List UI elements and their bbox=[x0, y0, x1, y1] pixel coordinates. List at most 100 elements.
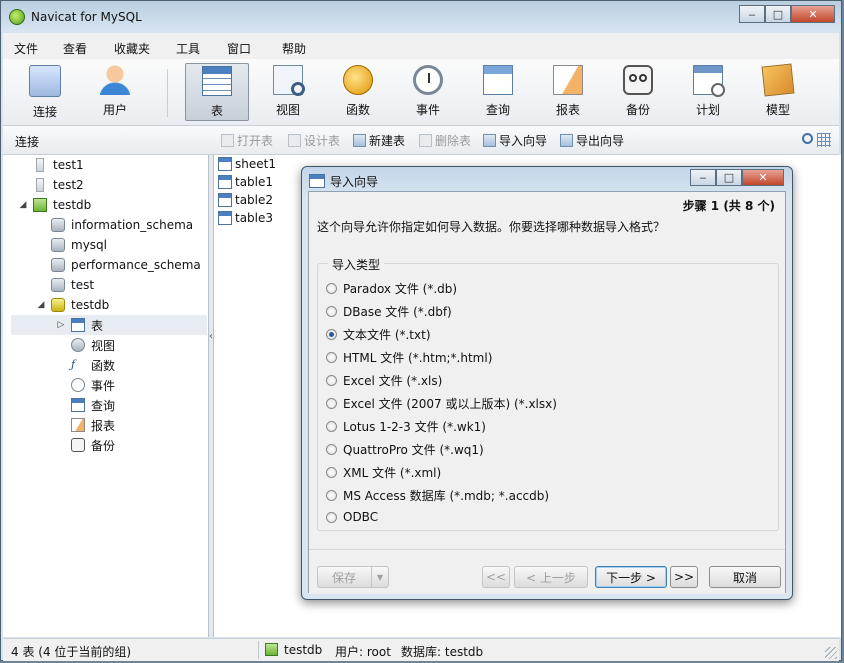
tree-item-mysql[interactable]: mysql bbox=[51, 235, 107, 255]
tree-item-testdb-database[interactable]: ◢ testdb bbox=[37, 295, 109, 315]
toolbar-user-button[interactable]: 用户 bbox=[83, 63, 147, 121]
tree-item-events[interactable]: 事件 bbox=[71, 375, 115, 395]
menu-favorites[interactable]: 收藏夹 bbox=[114, 40, 150, 57]
tree-item-tables[interactable]: ▷ 表 bbox=[11, 315, 207, 335]
server-open-icon bbox=[33, 198, 47, 212]
toolbar-model-button[interactable]: 模型 bbox=[746, 63, 810, 121]
cancel-button[interactable]: 取消 bbox=[709, 566, 781, 588]
dialog-minimize-button[interactable]: ‒ bbox=[690, 169, 716, 186]
dialog-close-button[interactable]: ✕ bbox=[742, 169, 784, 186]
database-icon bbox=[51, 238, 65, 252]
tree-item-label: 函数 bbox=[91, 358, 116, 373]
radio-button-checked[interactable] bbox=[326, 329, 337, 340]
search-icon[interactable] bbox=[802, 133, 813, 144]
option-label: ODBC bbox=[343, 510, 379, 524]
table-item-sheet1[interactable]: sheet1 bbox=[218, 155, 276, 173]
tree-item-reports[interactable]: 报表 bbox=[71, 415, 115, 435]
tree-item-performance-schema[interactable]: performance_schema bbox=[51, 255, 201, 275]
new-table-label: 新建表 bbox=[369, 134, 406, 148]
menu-file[interactable]: 文件 bbox=[14, 40, 38, 57]
toolbar-label: 用户 bbox=[102, 103, 127, 117]
tree-item-testdb-connection[interactable]: ◢ testdb bbox=[19, 195, 91, 215]
grid-view-icon[interactable] bbox=[817, 133, 831, 147]
resize-grip-icon[interactable] bbox=[825, 647, 837, 659]
option-ms-access[interactable]: MS Access 数据库 (*.mdb; *.accdb) bbox=[326, 487, 549, 504]
option-label: 文本文件 (*.txt) bbox=[343, 328, 431, 342]
option-label: XML 文件 (*.xml) bbox=[343, 466, 442, 480]
menu-help[interactable]: 帮助 bbox=[282, 40, 306, 57]
close-button[interactable]: ✕ bbox=[791, 5, 835, 23]
radio-button[interactable] bbox=[326, 490, 337, 501]
menu-window[interactable]: 窗口 bbox=[227, 40, 251, 57]
radio-button[interactable] bbox=[326, 421, 337, 432]
option-excel-xlsx[interactable]: Excel 文件 (2007 或以上版本) (*.xlsx) bbox=[326, 395, 557, 412]
option-dbase[interactable]: DBase 文件 (*.dbf) bbox=[326, 303, 452, 320]
tree-item-test[interactable]: test bbox=[51, 275, 94, 295]
event-icon bbox=[413, 65, 443, 95]
toolbar-table-button[interactable]: 表 bbox=[185, 63, 249, 121]
menu-tools[interactable]: 工具 bbox=[176, 40, 200, 57]
new-table-button[interactable]: 新建表 bbox=[353, 132, 405, 149]
maximize-button[interactable]: □ bbox=[765, 5, 791, 23]
radio-button[interactable] bbox=[326, 306, 337, 317]
option-xml[interactable]: XML 文件 (*.xml) bbox=[326, 464, 441, 481]
table-item-table3[interactable]: table3 bbox=[218, 209, 273, 227]
option-excel-xls[interactable]: Excel 文件 (*.xls) bbox=[326, 372, 442, 389]
minimize-button[interactable]: ‒ bbox=[739, 5, 765, 23]
delete-table-button[interactable]: 删除表 bbox=[419, 132, 471, 149]
option-text[interactable]: 文本文件 (*.txt) bbox=[326, 326, 431, 343]
radio-button[interactable] bbox=[326, 398, 337, 409]
chevron-down-icon[interactable]: ▼ bbox=[371, 567, 388, 587]
toolbar-view-button[interactable]: 视图 bbox=[256, 63, 320, 121]
tree-item-views[interactable]: 视图 bbox=[71, 335, 115, 355]
tree-item-test2[interactable]: test2 bbox=[33, 175, 84, 195]
option-html[interactable]: HTML 文件 (*.htm;*.html) bbox=[326, 349, 492, 366]
next-button[interactable]: 下一步 > bbox=[595, 566, 667, 588]
tree-item-information-schema[interactable]: information_schema bbox=[51, 215, 193, 235]
design-table-button[interactable]: 设计表 bbox=[288, 132, 340, 149]
import-wizard-button[interactable]: 导入向导 bbox=[483, 132, 547, 149]
last-step-button[interactable]: >> bbox=[670, 566, 698, 588]
toolbar-connection-button[interactable]: 连接 bbox=[13, 63, 77, 121]
radio-button[interactable] bbox=[326, 375, 337, 386]
import-wizard-icon bbox=[483, 134, 496, 147]
export-wizard-button[interactable]: 导出向导 bbox=[560, 132, 624, 149]
expand-icon[interactable]: ▷ bbox=[57, 320, 65, 330]
radio-button[interactable] bbox=[326, 467, 337, 478]
radio-button[interactable] bbox=[326, 283, 337, 294]
delete-table-label: 删除表 bbox=[435, 134, 472, 148]
option-paradox[interactable]: Paradox 文件 (*.db) bbox=[326, 280, 457, 297]
tree-item-test1[interactable]: test1 bbox=[33, 155, 84, 175]
option-lotus[interactable]: Lotus 1-2-3 文件 (*.wk1) bbox=[326, 418, 486, 435]
toolbar-schedule-button[interactable]: 计划 bbox=[676, 63, 740, 121]
collapse-icon[interactable]: ◢ bbox=[19, 200, 27, 210]
collapse-icon[interactable]: ◢ bbox=[37, 300, 45, 310]
backup-icon bbox=[71, 438, 85, 452]
option-label: MS Access 数据库 (*.mdb; *.accdb) bbox=[343, 489, 550, 503]
option-label: Excel 文件 (2007 或以上版本) (*.xlsx) bbox=[343, 397, 557, 411]
option-quattropro[interactable]: QuattroPro 文件 (*.wq1) bbox=[326, 441, 484, 458]
tree-item-functions[interactable]: ƒ 函数 bbox=[71, 355, 115, 375]
table-item-table2[interactable]: table2 bbox=[218, 191, 273, 209]
toolbar-query-button[interactable]: 查询 bbox=[466, 63, 530, 121]
toolbar-event-button[interactable]: 事件 bbox=[396, 63, 460, 121]
function-icon bbox=[343, 65, 373, 95]
dialog-maximize-button[interactable]: □ bbox=[716, 169, 742, 186]
back-button[interactable]: < 上一步 bbox=[514, 566, 588, 588]
radio-button[interactable] bbox=[326, 444, 337, 455]
tree-item-queries[interactable]: 查询 bbox=[71, 395, 115, 415]
save-button[interactable]: 保存 ▼ bbox=[317, 566, 389, 588]
table-item-table1[interactable]: table1 bbox=[218, 173, 273, 191]
open-table-button[interactable]: 打开表 bbox=[221, 132, 273, 149]
toolbar-backup-button[interactable]: 备份 bbox=[606, 63, 670, 121]
menu-view[interactable]: 查看 bbox=[63, 40, 87, 57]
radio-button[interactable] bbox=[326, 511, 337, 523]
toolbar-separator bbox=[167, 69, 168, 117]
option-odbc[interactable]: ODBC bbox=[326, 510, 378, 524]
toolbar-report-button[interactable]: 报表 bbox=[536, 63, 600, 121]
first-step-button[interactable]: << bbox=[482, 566, 510, 588]
tree-item-backups[interactable]: 备份 bbox=[71, 435, 115, 455]
toolbar-function-button[interactable]: 函数 bbox=[326, 63, 390, 121]
radio-button[interactable] bbox=[326, 352, 337, 363]
query-icon bbox=[483, 65, 513, 95]
